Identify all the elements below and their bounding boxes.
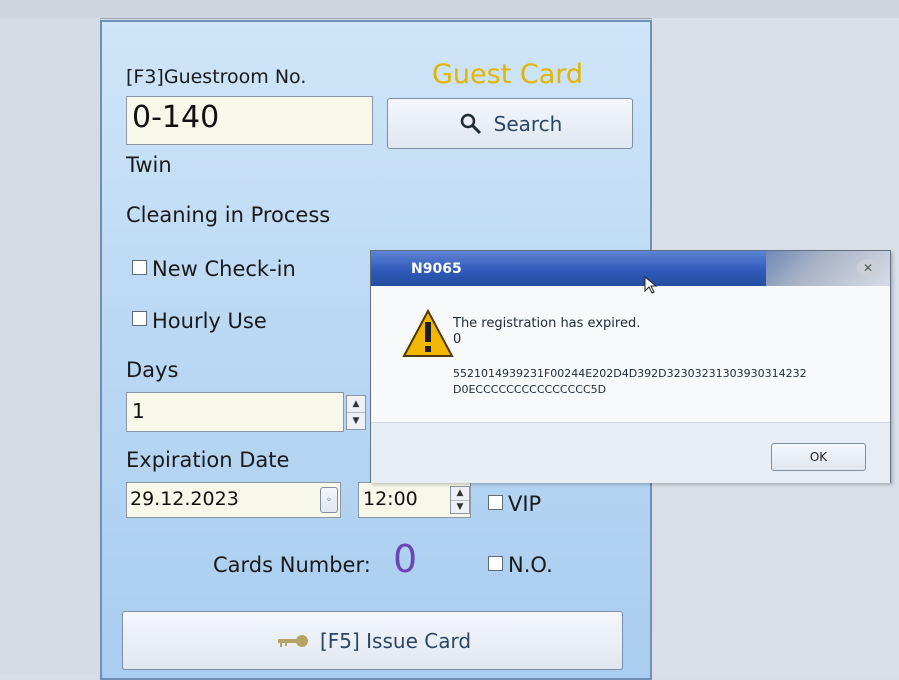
guestroom-number-label: [F3]Guestroom No. xyxy=(126,66,307,88)
new-checkin-checkbox[interactable] xyxy=(132,260,147,275)
room-type: Twin xyxy=(126,153,172,177)
dialog-title: N9065 xyxy=(411,261,462,277)
vip-checkbox[interactable] xyxy=(488,495,503,510)
days-label: Days xyxy=(126,358,179,382)
dialog-hex-line-2: D0ECCCCCCCCCCCCCCC5D xyxy=(453,383,607,396)
guestroom-number-input[interactable]: 0-140 xyxy=(126,96,373,145)
days-down-icon[interactable]: ▼ xyxy=(347,413,365,429)
search-button[interactable]: Search xyxy=(387,98,633,149)
hourly-use-label: Hourly Use xyxy=(152,309,267,333)
warning-icon xyxy=(402,308,454,357)
dialog-footer: OK xyxy=(371,422,890,483)
dialog-title-bar: N9065 ✕ xyxy=(371,251,890,286)
cards-number-value: 0 xyxy=(393,537,418,581)
days-stepper[interactable]: ▲ ▼ xyxy=(346,395,366,430)
no-checkbox[interactable] xyxy=(488,556,503,571)
top-window-edge xyxy=(0,0,899,19)
close-icon[interactable]: ✕ xyxy=(857,259,879,277)
vip-label: VIP xyxy=(508,492,542,516)
search-button-label: Search xyxy=(493,111,563,136)
ok-button[interactable]: OK xyxy=(771,443,866,471)
ok-button-label: OK xyxy=(809,450,828,464)
error-dialog: N9065 ✕ The registration has expired. 0 … xyxy=(370,250,891,483)
time-down-icon[interactable]: ▼ xyxy=(451,501,469,514)
search-icon xyxy=(460,113,481,134)
expiration-time-stepper[interactable]: ▲ ▼ xyxy=(450,486,470,514)
days-up-icon[interactable]: ▲ xyxy=(347,396,365,413)
guest-card-title: Guest Card xyxy=(432,59,584,90)
dialog-hex-line-1: 5521014939231F00244E202D4D392D3230323130… xyxy=(453,367,807,380)
mouse-cursor-icon xyxy=(644,276,658,294)
expiration-date-picker-icon[interactable]: ◦ xyxy=(320,487,338,513)
cards-number-label: Cards Number: xyxy=(213,553,371,577)
dialog-code-line: 0 xyxy=(453,332,462,347)
dialog-message: The registration has expired. xyxy=(453,316,641,331)
issue-card-label: [F5] Issue Card xyxy=(319,628,472,653)
new-checkin-label: New Check-in xyxy=(152,257,296,281)
issue-card-button[interactable]: [F5] Issue Card xyxy=(122,611,623,670)
days-input[interactable]: 1 xyxy=(126,392,344,432)
hourly-use-checkbox[interactable] xyxy=(132,311,147,326)
left-background xyxy=(0,18,100,674)
expiration-date-label: Expiration Date xyxy=(126,448,290,472)
expiration-date-input[interactable]: 29.12.2023 xyxy=(126,482,341,518)
dialog-body: The registration has expired. 0 55210149… xyxy=(371,286,890,422)
time-up-icon[interactable]: ▲ xyxy=(451,487,469,501)
no-label: N.O. xyxy=(508,553,553,577)
room-status: Cleaning in Process xyxy=(126,203,331,227)
key-icon xyxy=(277,634,308,647)
